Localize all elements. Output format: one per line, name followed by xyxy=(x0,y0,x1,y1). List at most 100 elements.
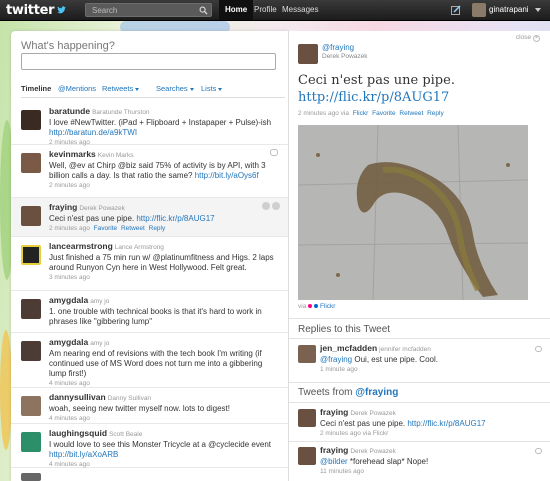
compose-tweet-icon[interactable] xyxy=(451,5,461,15)
detail-tweet-link[interactable]: http://flic.kr/p/8AUG17 xyxy=(298,90,449,105)
retweet-button[interactable]: Retweet xyxy=(399,110,423,117)
tweet-realname: Derek Powazek xyxy=(79,205,125,212)
reply-item[interactable]: jen_mcfadden jennifer mcfadden @fraying O… xyxy=(298,343,542,375)
tweet-username[interactable]: fraying xyxy=(320,445,348,455)
divider xyxy=(289,318,550,319)
avatar[interactable] xyxy=(472,3,486,17)
tweet-link[interactable]: http://flic.kr/p/8AUG17 xyxy=(407,419,485,428)
flickr-link[interactable]: Flickr xyxy=(320,303,336,310)
tweet-item[interactable]: lancearmstrong Lance Armstrong Just finis… xyxy=(11,237,288,291)
tweet-timestamp[interactable]: 3 minutes ago xyxy=(49,273,274,283)
mention-link[interactable]: @fraying xyxy=(320,355,352,364)
tweet-link[interactable]: http://bit.ly/aXoARB xyxy=(49,450,118,459)
tweet-item[interactable] xyxy=(11,468,288,481)
tab-timeline[interactable]: Timeline xyxy=(21,84,51,93)
tab-searches[interactable]: Searches xyxy=(156,84,194,93)
tweet-username[interactable]: laughingsquid xyxy=(49,428,107,438)
search-icon[interactable] xyxy=(199,6,208,15)
tweet-link[interactable]: http://flic.kr/p/8AUG17 xyxy=(136,214,214,223)
avatar[interactable] xyxy=(21,432,41,452)
twitter-logo[interactable]: twitter xyxy=(6,1,67,19)
tweet-item[interactable]: amygdala amy jo Am nearing end of revisio… xyxy=(11,333,288,388)
tweet-text: Ceci n'est pas une pipe. xyxy=(49,214,137,223)
avatar[interactable] xyxy=(298,44,318,64)
tweet-details-pane: close × @fraying Derek Powazek Ceci n'est… xyxy=(288,31,550,481)
detail-username[interactable]: @fraying xyxy=(322,43,354,52)
tweet-timestamp[interactable]: 2 minutes ago via Flickr xyxy=(320,429,530,439)
tweet-username[interactable]: amygdala xyxy=(49,337,88,347)
chevron-down-icon xyxy=(218,87,223,91)
avatar[interactable] xyxy=(21,110,41,130)
avatar[interactable] xyxy=(21,206,41,226)
tweet-username[interactable]: baratunde xyxy=(49,106,90,116)
tweet-item[interactable]: dannysullivan Danny Sullivan woah, seeing… xyxy=(11,388,288,424)
flickr-photo[interactable] xyxy=(298,125,528,300)
search-input[interactable]: Search xyxy=(85,3,212,17)
close-label: close xyxy=(515,34,531,41)
reply-button[interactable]: Reply xyxy=(149,225,166,232)
from-title-user[interactable]: @fraying xyxy=(355,387,398,398)
conversation-icon[interactable] xyxy=(535,448,542,454)
timeline-panel: What's happening? Timeline @Mentions Ret… xyxy=(11,31,288,481)
tweet-username[interactable]: kevinmarks xyxy=(49,149,96,159)
tweet-item[interactable]: baratunde Baratunde Thurston I love #NewT… xyxy=(11,102,288,146)
retweet-button[interactable]: Retweet xyxy=(121,225,145,232)
avatar[interactable] xyxy=(21,299,41,319)
tweet-username[interactable]: lancearmstrong xyxy=(49,241,113,251)
tweet-text: Ceci n'est pas une pipe. xyxy=(320,419,408,428)
tweet-item-selected[interactable]: fraying Derek Powazek Ceci n'est pas une … xyxy=(11,198,288,237)
account-menu[interactable]: ginatrapani xyxy=(489,0,529,20)
tweet-username[interactable]: fraying xyxy=(49,202,77,212)
tweet-timestamp[interactable]: 2 minutes ago xyxy=(49,225,90,232)
tweet-timestamp[interactable]: 11 minutes ago xyxy=(320,467,530,477)
conversation-icon[interactable] xyxy=(535,346,542,352)
avatar[interactable] xyxy=(298,409,316,427)
tab-lists[interactable]: Lists xyxy=(201,84,223,93)
detail-timestamp[interactable]: 2 minutes ago via xyxy=(298,110,349,117)
avatar[interactable] xyxy=(21,245,41,265)
mention-link[interactable]: @bilder xyxy=(320,457,348,466)
tweet-link[interactable]: http://bit.ly/aOys6f xyxy=(195,171,259,180)
tweet-item[interactable]: kevinmarks Kevin Marks Well, @ev at Chirp… xyxy=(11,145,288,198)
avatar[interactable] xyxy=(21,473,41,481)
nav-messages[interactable]: Messages xyxy=(276,0,324,20)
tweet-text: Just finished a 75 min run w/ @platinumf… xyxy=(49,253,274,272)
user-tweet-item[interactable]: fraying Derek Powazek Ceci n'est pas une … xyxy=(298,407,538,439)
tweet-item[interactable]: amygdala amy jo 1. one trouble with techn… xyxy=(11,291,288,333)
source-link[interactable]: Flickr xyxy=(353,110,369,117)
tweet-icons xyxy=(262,202,280,210)
reply-username[interactable]: jen_mcfadden xyxy=(320,343,377,353)
tab-retweets[interactable]: Retweets xyxy=(102,84,140,93)
bird-icon xyxy=(57,6,67,14)
avatar[interactable] xyxy=(298,345,316,363)
close-button[interactable]: close × xyxy=(516,34,540,42)
flickr-logo-pink xyxy=(308,304,313,308)
tweet-realname: Kevin Marks xyxy=(97,152,134,159)
favorite-button[interactable]: Favorite xyxy=(94,225,117,232)
tweet-input[interactable] xyxy=(21,53,276,70)
tweet-text: *forehead slap* Nope! xyxy=(347,457,429,466)
avatar[interactable] xyxy=(298,447,316,465)
avatar[interactable] xyxy=(21,396,41,416)
media-icon[interactable] xyxy=(262,202,270,210)
chevron-down-icon[interactable] xyxy=(535,8,541,12)
logo-text: twitter xyxy=(6,2,55,18)
tweet-timestamp[interactable]: 4 minutes ago xyxy=(49,414,274,424)
user-tweet-item[interactable]: fraying Derek Powazek @bilder *forehead s… xyxy=(298,445,542,477)
tweet-username[interactable]: fraying xyxy=(320,407,348,417)
tweet-username[interactable]: dannysullivan xyxy=(49,392,106,402)
tweet-item[interactable]: laughingsquid Scott Beale I would love to… xyxy=(11,424,288,468)
reply-timestamp[interactable]: 1 minute ago xyxy=(320,365,530,375)
tweet-realname: Danny Sullivan xyxy=(107,395,152,402)
reply-button[interactable]: Reply xyxy=(427,110,444,117)
close-icon[interactable]: × xyxy=(533,35,540,42)
tweet-link[interactable]: http://baratun.de/a9kTWI xyxy=(49,128,137,137)
conversation-icon[interactable] xyxy=(270,149,278,156)
expand-icon[interactable] xyxy=(272,202,280,210)
tweet-timestamp[interactable]: 2 minutes ago xyxy=(49,181,274,191)
favorite-button[interactable]: Favorite xyxy=(372,110,395,117)
tweet-username[interactable]: amygdala xyxy=(49,295,88,305)
avatar[interactable] xyxy=(21,341,41,361)
avatar[interactable] xyxy=(21,153,41,173)
tab-mentions[interactable]: @Mentions xyxy=(58,84,96,93)
